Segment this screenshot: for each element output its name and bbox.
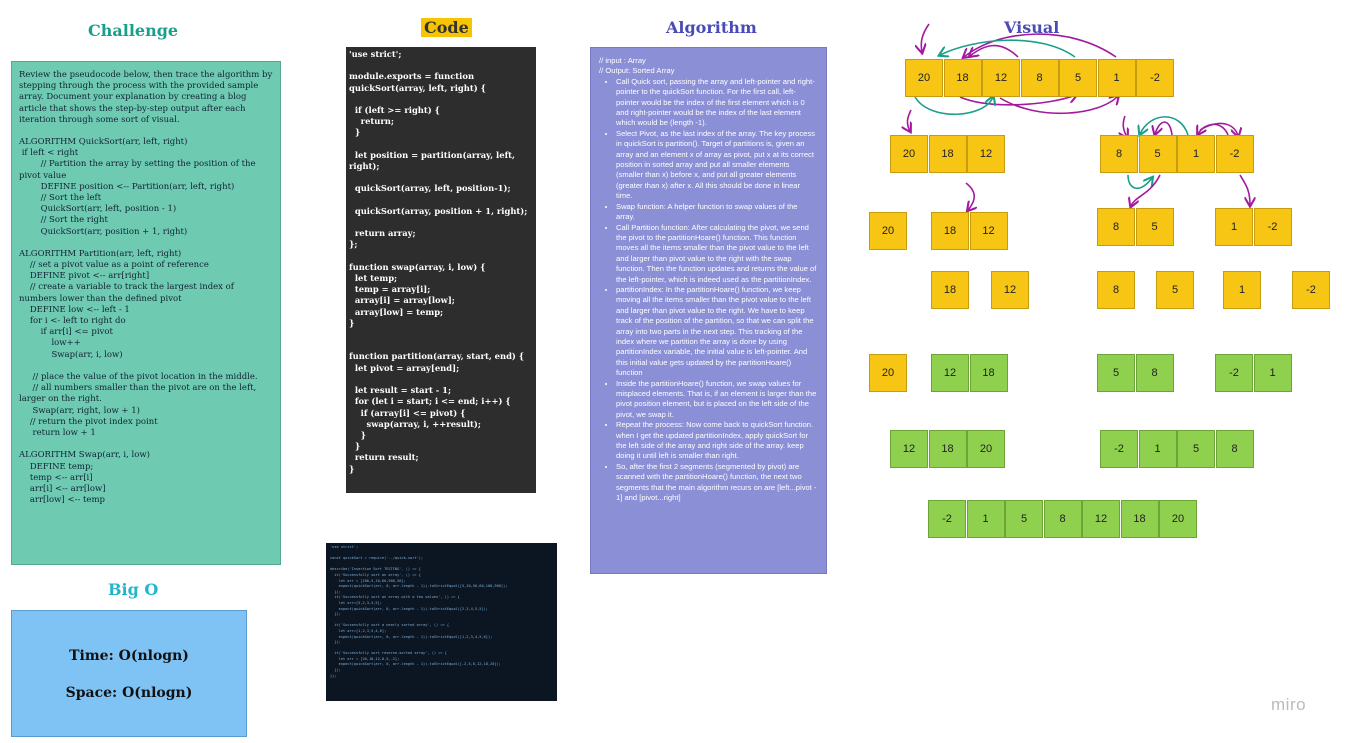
- array-cell: -2: [928, 500, 966, 538]
- array-cell: 8: [1135, 354, 1174, 392]
- array-cell: -2: [1253, 208, 1292, 246]
- array-cell: 8: [1020, 59, 1059, 97]
- array-cell: 18: [928, 430, 967, 468]
- challenge-intro: Review the pseudocode below, then trace …: [19, 70, 273, 125]
- array-cell: 1: [1215, 208, 1253, 246]
- algorithm-step: Call Partition function: After calculati…: [616, 223, 818, 285]
- array-cell: 8: [1097, 208, 1135, 246]
- array-cell: 12: [969, 212, 1008, 250]
- array-cell: 5: [1156, 271, 1194, 309]
- array-cell: 18: [931, 271, 969, 309]
- swap-pseudocode: ALGORITHM Swap(arr, i, low) DEFINE temp;…: [19, 450, 150, 506]
- swap-arrow: [921, 23, 930, 52]
- swap-arrow: [1198, 123, 1229, 135]
- swap-arrow: [970, 44, 1019, 57]
- test-source-code: 'use strict'; const quickSort = require(…: [330, 545, 508, 678]
- array-cell: 1: [1223, 271, 1261, 309]
- array-cell: 5: [1138, 135, 1177, 173]
- algorithm-input: // input : Array: [599, 56, 646, 65]
- array-cell: 8: [1043, 500, 1082, 538]
- swap-arrow: [964, 33, 1117, 57]
- algorithm-step: Swap function: A helper function to swap…: [616, 202, 818, 223]
- big-o-heading: Big O: [108, 580, 159, 599]
- array-cell: 18: [928, 135, 967, 173]
- space-complexity: Space: O(nlogn): [65, 685, 193, 701]
- array-cell: 20: [869, 354, 907, 392]
- swap-arrow: [965, 182, 974, 210]
- array-cell: 18: [1120, 500, 1159, 538]
- swap-arrow: [999, 96, 1118, 115]
- miro-watermark: miro: [1271, 695, 1307, 714]
- swap-arrow: [1239, 174, 1250, 205]
- array-cell: 8: [1100, 135, 1138, 173]
- swap-arrow: [907, 109, 911, 131]
- challenge-card[interactable]: Review the pseudocode below, then trace …: [11, 61, 281, 565]
- array-cell: 20: [967, 430, 1005, 468]
- array-cell: 12: [982, 59, 1020, 97]
- array-cell: 12: [967, 135, 1005, 173]
- code-card[interactable]: 'use strict'; module.exports = function …: [346, 47, 536, 493]
- swap-arrow: [1155, 121, 1173, 135]
- array-cell: 1: [1253, 354, 1292, 392]
- swap-arrow: [940, 39, 1076, 58]
- algorithm-step: Repeat the process: Now come back to qui…: [616, 420, 818, 462]
- array-cell: 20: [890, 135, 928, 173]
- swap-arrow: [1127, 174, 1152, 189]
- array-cell: 8: [1215, 430, 1254, 468]
- algorithm-card[interactable]: // input : Array // Output: Sorted Array…: [590, 47, 827, 574]
- array-cell: 12: [890, 430, 928, 468]
- partition-pseudocode: ALGORITHM Partition(arr, left, right) //…: [19, 248, 258, 439]
- array-cell: 1: [1177, 135, 1215, 173]
- algorithm-step: So, after the first 2 segments (segmente…: [616, 462, 818, 504]
- array-cell: 20: [1159, 500, 1197, 538]
- array-cell: 12: [1082, 500, 1120, 538]
- algorithm-step: Call Quick sort, passing the array and l…: [616, 77, 818, 129]
- quicksort-pseudocode: ALGORITHM QuickSort(arr, left, right) if…: [19, 137, 256, 237]
- algorithm-steps: Call Quick sort, passing the array and l…: [599, 77, 818, 504]
- array-cell: 5: [1097, 354, 1135, 392]
- array-cell: -2: [1215, 135, 1254, 173]
- array-cell: 1: [1097, 59, 1136, 97]
- array-cell: -2: [1292, 271, 1330, 309]
- array-cell: 20: [869, 212, 907, 250]
- array-cell: 18: [969, 354, 1008, 392]
- algorithm-heading: Algorithm: [666, 18, 757, 37]
- array-cell: 1: [966, 500, 1005, 538]
- big-o-card[interactable]: Time: O(nlogn) Space: O(nlogn): [11, 610, 247, 737]
- array-cell: 12: [991, 271, 1029, 309]
- array-cell: 18: [931, 212, 969, 250]
- array-cell: 5: [1059, 59, 1097, 97]
- swap-arrow: [1140, 116, 1189, 135]
- algorithm-step: Inside the partitionHoare() function, we…: [616, 379, 818, 421]
- array-cell: -2: [1100, 430, 1138, 468]
- array-cell: 5: [1135, 208, 1174, 246]
- swap-arrow: [1123, 115, 1127, 137]
- algorithm-step: Select Pivot, as the last index of the a…: [616, 129, 818, 202]
- code-heading: Code: [421, 18, 472, 37]
- array-cell: -2: [1136, 59, 1174, 97]
- array-cell: 5: [1177, 430, 1215, 468]
- array-cell: 18: [943, 59, 982, 97]
- array-cell: -2: [1215, 354, 1253, 392]
- quicksort-source-code: 'use strict'; module.exports = function …: [349, 49, 528, 474]
- array-cell: 1: [1138, 430, 1177, 468]
- swap-arrow: [1131, 174, 1161, 206]
- algorithm-output: // Output: Sorted Array: [599, 66, 675, 76]
- algorithm-step: partitionIndex: In the partitionHoare() …: [616, 285, 818, 379]
- test-code-screenshot[interactable]: 'use strict'; const quickSort = require(…: [326, 543, 557, 701]
- array-cell: 20: [905, 59, 943, 97]
- time-complexity: Time: O(nlogn): [69, 648, 189, 664]
- array-cell: 8: [1097, 271, 1135, 309]
- array-cell: 12: [931, 354, 969, 392]
- challenge-heading: Challenge: [88, 21, 179, 40]
- visual-heading: Visual: [1004, 18, 1060, 37]
- array-cell: 5: [1005, 500, 1043, 538]
- swap-arrow: [914, 97, 993, 116]
